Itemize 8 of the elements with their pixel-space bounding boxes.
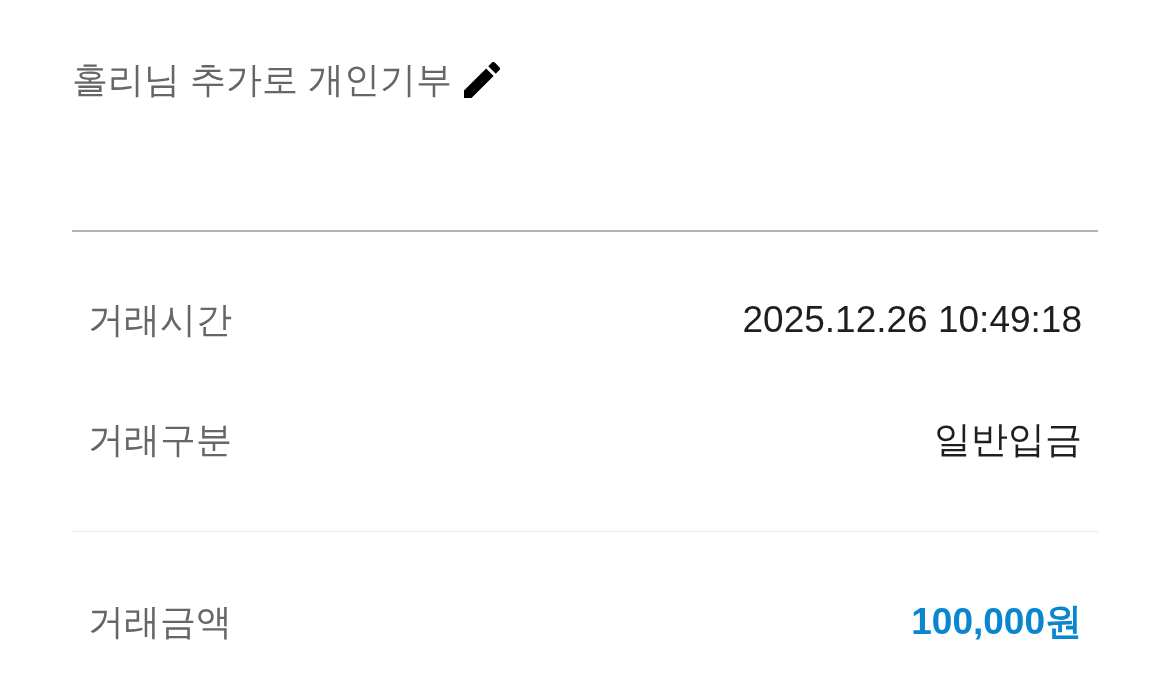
field-value: 2025.12.26 10:49:18	[742, 298, 1082, 342]
field-label: 거래금액	[88, 600, 232, 644]
memo-text: 홀리님 추가로 개인기부	[72, 58, 452, 102]
field-value: 일반입금	[934, 418, 1082, 462]
amount-value: 100,000원	[911, 600, 1082, 644]
field-label: 거래구분	[88, 418, 232, 462]
field-label: 거래시간	[88, 298, 232, 342]
pencil-icon[interactable]	[464, 62, 500, 98]
